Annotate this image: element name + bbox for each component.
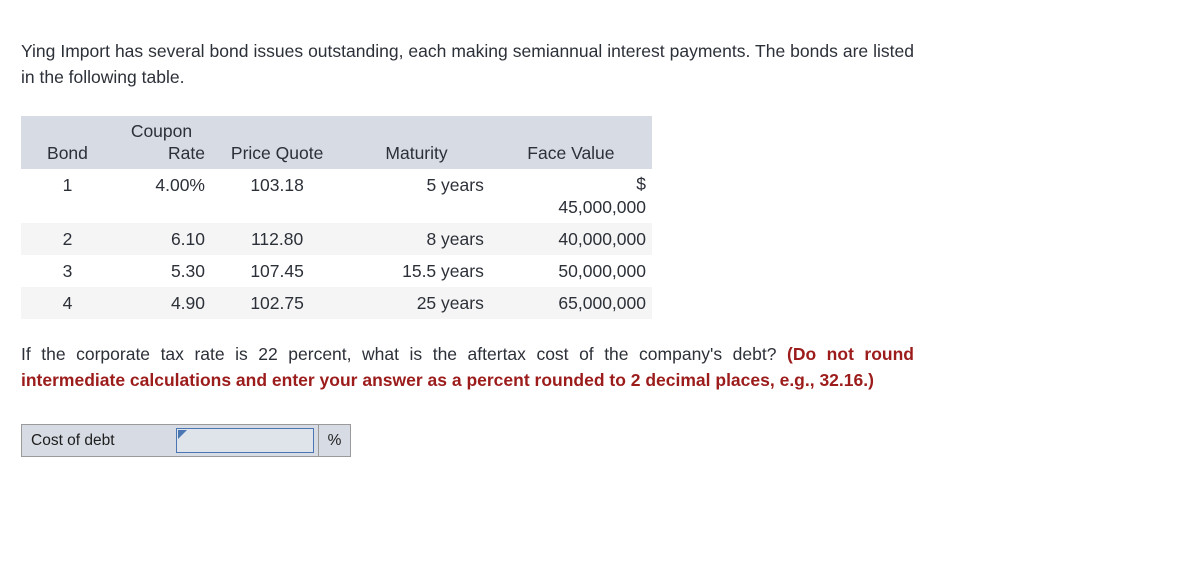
problem-page: Ying Import has several bond issues outs… [0, 0, 1200, 583]
answer-field-cell [172, 425, 318, 456]
header-face-value: Face Value [489, 116, 652, 169]
header-bond: Bond [21, 116, 114, 169]
header-coupon-top: Coupon [130, 121, 193, 141]
header-maturity-label: Maturity [385, 143, 448, 163]
cell-maturity: 5 years [343, 169, 490, 223]
header-bond-label: Bond [47, 143, 88, 163]
cell-maturity: 8 years [343, 223, 490, 255]
cell-bond: 4 [21, 287, 114, 319]
cell-bond: 3 [21, 255, 114, 287]
face-value-amount: 45,000,000 [558, 197, 646, 217]
input-holder [176, 428, 314, 453]
bond-table-body: 1 4.00% 103.18 5 years $ 45,000,000 2 6.… [21, 169, 652, 319]
header-coupon-bottom: Rate [168, 143, 205, 163]
table-row: 2 6.10 112.80 8 years 40,000,000 [21, 223, 652, 255]
header-face-value-label: Face Value [527, 143, 615, 163]
cell-face-value: $ 45,000,000 [489, 169, 652, 223]
intro-text: Ying Import has several bond issues outs… [21, 41, 914, 87]
face-value-wrap: $ 45,000,000 [496, 173, 646, 219]
table-row: 4 4.90 102.75 25 years 65,000,000 [21, 287, 652, 319]
header-price-quote-label: Price Quote [230, 143, 324, 163]
answer-unit-label: % [318, 425, 350, 456]
cell-price-quote: 103.18 [211, 169, 344, 223]
bond-table: Bond Coupon Rate Price Quote Maturity Fa… [21, 116, 652, 319]
header-spacer [217, 120, 337, 142]
table-header-row: Bond Coupon Rate Price Quote Maturity Fa… [21, 116, 652, 169]
intro-paragraph: Ying Import has several bond issues outs… [21, 38, 914, 90]
table-row: 1 4.00% 103.18 5 years $ 45,000,000 [21, 169, 652, 223]
bond-table-head: Bond Coupon Rate Price Quote Maturity Fa… [21, 116, 652, 169]
header-price-quote: Price Quote [211, 116, 344, 169]
header-maturity: Maturity [343, 116, 490, 169]
header-spacer [349, 120, 484, 142]
header-coupon-rate: Coupon Rate [113, 116, 211, 169]
cell-price-quote: 107.45 [211, 255, 344, 287]
cost-of-debt-input[interactable] [176, 428, 314, 453]
cell-maturity: 15.5 years [343, 255, 490, 287]
header-spacer [27, 120, 108, 142]
header-spacer [496, 120, 646, 142]
answer-row: Cost of debt % [21, 424, 351, 457]
question-prompt: If the corporate tax rate is 22 percent,… [21, 344, 787, 364]
question-paragraph: If the corporate tax rate is 22 percent,… [21, 341, 914, 393]
cell-bond: 1 [21, 169, 114, 223]
cell-bond: 2 [21, 223, 114, 255]
cell-coupon-rate: 6.10 [113, 223, 211, 255]
cell-coupon-rate: 5.30 [113, 255, 211, 287]
cell-price-quote: 112.80 [211, 223, 344, 255]
answer-label: Cost of debt [22, 425, 172, 456]
cell-maturity: 25 years [343, 287, 490, 319]
cell-coupon-rate: 4.90 [113, 287, 211, 319]
table-row: 3 5.30 107.45 15.5 years 50,000,000 [21, 255, 652, 287]
cell-face-value: 50,000,000 [489, 255, 652, 287]
cell-price-quote: 102.75 [211, 287, 344, 319]
cell-coupon-rate: 4.00% [113, 169, 211, 223]
cell-face-value: 40,000,000 [489, 223, 652, 255]
cell-face-value: 65,000,000 [489, 287, 652, 319]
currency-symbol: $ [636, 174, 646, 194]
